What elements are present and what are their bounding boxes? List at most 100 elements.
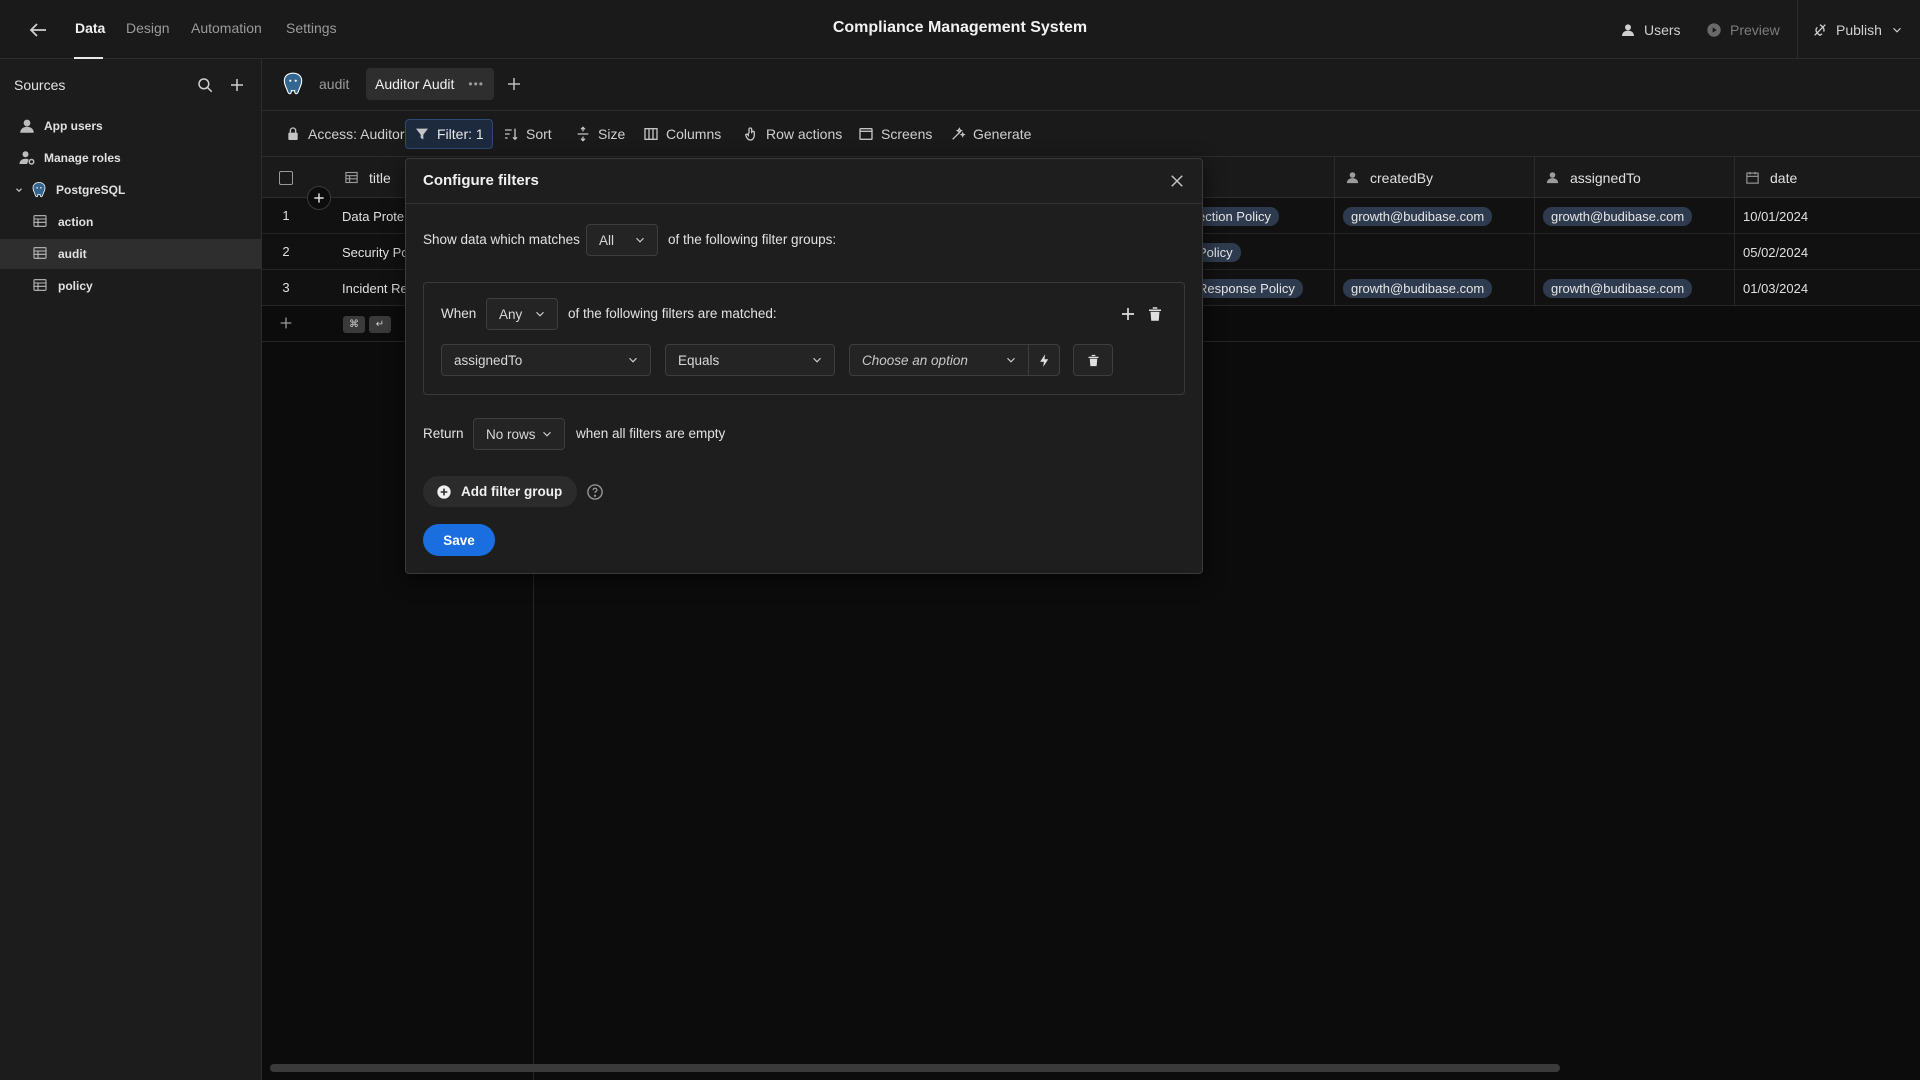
publish-button[interactable]: Publish bbox=[1812, 0, 1904, 59]
topbar-divider bbox=[1797, 0, 1798, 59]
preview-label: Preview bbox=[1730, 21, 1780, 38]
cell-assignedto[interactable]: growth@budibase.com bbox=[1534, 198, 1734, 234]
add-row-icon[interactable] bbox=[278, 315, 294, 331]
access-button[interactable]: Access: Auditor bbox=[277, 119, 413, 149]
size-button[interactable]: Size bbox=[567, 119, 633, 149]
filter-button[interactable]: Filter: 1 bbox=[405, 119, 493, 149]
binding-button[interactable] bbox=[1028, 344, 1060, 376]
columns-button[interactable]: Columns bbox=[635, 119, 729, 149]
sidebar-item-action[interactable]: action bbox=[0, 207, 261, 237]
screens-button[interactable]: Screens bbox=[850, 119, 940, 149]
add-view-icon[interactable] bbox=[505, 75, 523, 93]
filter-field-select[interactable]: assignedTo bbox=[441, 344, 651, 376]
table-icon bbox=[32, 245, 50, 263]
user-pill: growth@budibase.com bbox=[1343, 278, 1493, 298]
search-icon[interactable] bbox=[196, 76, 214, 94]
column-header-createdby[interactable]: createdBy bbox=[1334, 157, 1534, 198]
delete-filter-button[interactable] bbox=[1073, 344, 1113, 376]
users-button[interactable]: Users bbox=[1620, 0, 1681, 59]
view-tab-label: Auditor Audit bbox=[375, 76, 455, 92]
modal-title: Configure filters bbox=[423, 172, 539, 189]
generate-button[interactable]: Generate bbox=[942, 119, 1039, 149]
cell-date[interactable]: 10/01/2024 bbox=[1734, 198, 1920, 234]
select-all-checkbox[interactable] bbox=[279, 171, 293, 185]
filter-icon bbox=[416, 128, 428, 140]
chevron-down-icon bbox=[1007, 357, 1015, 363]
screen-icon bbox=[859, 128, 873, 140]
sort-button[interactable]: Sort bbox=[495, 119, 560, 149]
select-value: Any bbox=[499, 306, 523, 322]
user-pill: growth@budibase.com bbox=[1543, 278, 1693, 298]
sidebar-item-postgresql[interactable]: PostgreSQL bbox=[0, 175, 261, 205]
sidebar-item-app-users[interactable]: App users bbox=[0, 111, 261, 141]
cell-createdby[interactable]: growth@budibase.com bbox=[1334, 270, 1534, 306]
add-filter-group-button[interactable]: Add filter group bbox=[423, 476, 578, 507]
chevron-down-icon bbox=[536, 311, 544, 317]
row-actions-button[interactable]: Row actions bbox=[735, 119, 850, 149]
cell-assignedto[interactable]: growth@budibase.com bbox=[1534, 270, 1734, 306]
sidebar-item-policy[interactable]: policy bbox=[0, 271, 261, 301]
table-icon bbox=[32, 213, 50, 231]
match-groups-select[interactable]: All bbox=[586, 224, 658, 256]
sidebar-item-label: PostgreSQL bbox=[56, 183, 126, 197]
publish-off-icon bbox=[1814, 23, 1826, 36]
nav-tab-automation[interactable]: Automation bbox=[191, 20, 262, 36]
configure-filters-modal: Configure filters Show data which matche… bbox=[405, 158, 1203, 574]
column-header-label: assignedTo bbox=[1570, 169, 1641, 186]
cell-policy[interactable]: Response Policy bbox=[1182, 270, 1334, 306]
columns-icon bbox=[644, 128, 658, 140]
match-suffix-text: of the following filter groups: bbox=[668, 232, 837, 247]
cell-date[interactable]: 05/02/2024 bbox=[1734, 234, 1920, 270]
play-icon bbox=[1707, 22, 1721, 37]
delete-group-icon[interactable] bbox=[1146, 305, 1164, 323]
row-number: 2 bbox=[282, 244, 290, 259]
postgresql-icon bbox=[30, 181, 48, 199]
column-header-assignedto[interactable]: assignedTo bbox=[1534, 157, 1734, 198]
lightning-icon bbox=[1039, 353, 1048, 367]
grid-toolbar: Access: Auditor Filter: 1 Sort Size Colu… bbox=[262, 111, 1920, 157]
cell-policy[interactable]: Policy bbox=[1182, 234, 1334, 270]
preview-button[interactable]: Preview bbox=[1706, 0, 1780, 59]
roles-icon bbox=[18, 149, 36, 167]
sidebar-item-label: App users bbox=[44, 119, 103, 133]
cell-createdby[interactable]: growth@budibase.com bbox=[1334, 198, 1534, 234]
match-filters-select[interactable]: Any bbox=[486, 298, 558, 330]
row-number: 3 bbox=[282, 280, 290, 295]
nav-tab-design[interactable]: Design bbox=[126, 20, 170, 36]
chevron-down-icon[interactable] bbox=[14, 185, 24, 195]
cell-createdby[interactable] bbox=[1334, 234, 1534, 270]
select-value: Equals bbox=[678, 352, 720, 368]
sidebar-item-manage-roles[interactable]: Manage roles bbox=[0, 143, 261, 173]
column-header-date[interactable]: date bbox=[1734, 157, 1920, 198]
return-suffix-text: when all filters are empty bbox=[576, 426, 726, 441]
add-filter-icon[interactable] bbox=[1119, 305, 1137, 323]
nav-tab-settings[interactable]: Settings bbox=[286, 20, 337, 36]
cell-policy[interactable]: ection Policy bbox=[1182, 198, 1334, 234]
chevron-down-icon bbox=[543, 431, 551, 437]
close-icon[interactable] bbox=[1168, 172, 1186, 190]
back-arrow-icon[interactable] bbox=[26, 18, 50, 42]
add-source-icon[interactable] bbox=[228, 76, 246, 94]
generate-label: Generate bbox=[973, 126, 1032, 142]
filter-value-select[interactable]: Choose an option bbox=[849, 344, 1029, 376]
add-column-icon[interactable] bbox=[307, 186, 331, 210]
sidebar-item-audit[interactable]: audit bbox=[0, 239, 261, 269]
cell-assignedto[interactable] bbox=[1534, 234, 1734, 270]
select-value: No rows bbox=[486, 426, 536, 442]
tab-auditor-audit-view[interactable]: Auditor Audit ••• bbox=[366, 68, 494, 100]
sources-sidebar: Sources App users Manage roles PostgreSQ… bbox=[0, 59, 262, 1080]
nav-tab-data[interactable]: Data bbox=[75, 20, 105, 36]
chevron-down-icon bbox=[813, 357, 821, 363]
help-icon[interactable] bbox=[586, 483, 604, 501]
tab-audit-table[interactable]: audit bbox=[319, 76, 349, 92]
access-label: Access: Auditor bbox=[308, 126, 405, 142]
more-options-icon[interactable]: ••• bbox=[468, 77, 484, 91]
select-value: assignedTo bbox=[454, 352, 523, 368]
filter-operator-select[interactable]: Equals bbox=[665, 344, 835, 376]
save-button[interactable]: Save bbox=[423, 524, 495, 556]
user-icon bbox=[1346, 172, 1359, 184]
table-icon bbox=[32, 277, 50, 295]
cell-date[interactable]: 01/03/2024 bbox=[1734, 270, 1920, 306]
horizontal-scrollbar[interactable] bbox=[270, 1064, 1560, 1072]
empty-filters-return-select[interactable]: No rows bbox=[473, 418, 565, 450]
